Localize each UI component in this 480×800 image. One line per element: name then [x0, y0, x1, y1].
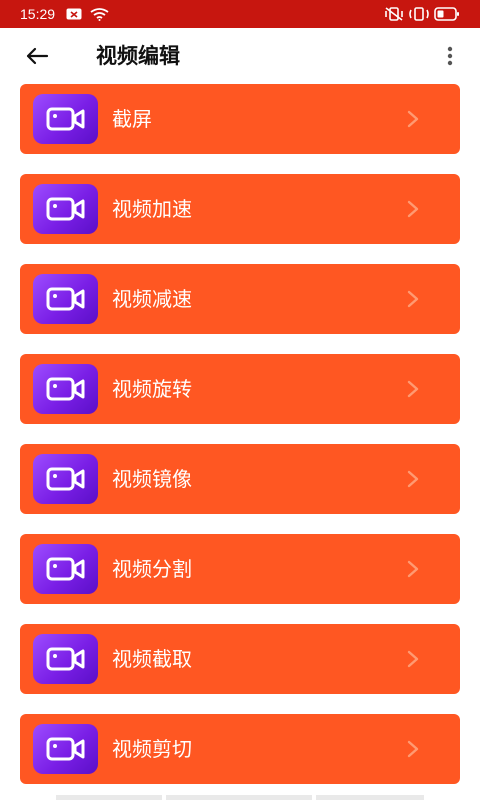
list-item-label: 视频加速: [112, 197, 192, 221]
vibrate-off-icon: [385, 7, 403, 21]
chevron-right-icon: [407, 290, 419, 308]
list-item-slow-down[interactable]: 视频减速: [20, 264, 460, 334]
more-options-button[interactable]: [438, 42, 462, 70]
list-item-split[interactable]: 视频分割: [20, 534, 460, 604]
video-camera-icon: [33, 94, 98, 144]
list-item-mirror[interactable]: 视频镜像: [20, 444, 460, 514]
chevron-right-icon: [407, 560, 419, 578]
wifi-icon: [90, 8, 109, 21]
video-camera-icon: [33, 544, 98, 594]
chevron-right-icon: [407, 740, 419, 758]
list-item-label: 视频剪切: [112, 737, 192, 761]
page-title: 视频编辑: [96, 44, 180, 68]
list-item-label: 视频分割: [112, 557, 192, 581]
list-item-speed-up[interactable]: 视频加速: [20, 174, 460, 244]
video-camera-icon: [33, 454, 98, 504]
app-bar: 视频编辑: [0, 28, 480, 84]
status-time: 15:29: [20, 6, 56, 22]
video-camera-icon: [33, 724, 98, 774]
chevron-right-icon: [407, 470, 419, 488]
bottom-tab-edge: [166, 795, 312, 800]
list-item-trim[interactable]: 视频截取: [20, 624, 460, 694]
chevron-right-icon: [407, 110, 419, 128]
list-item-rotate[interactable]: 视频旋转: [20, 354, 460, 424]
bottom-tab-edge: [56, 795, 162, 800]
list-item-label: 截屏: [112, 107, 152, 131]
list-item-label: 视频减速: [112, 287, 192, 311]
status-bar: 15:29: [0, 0, 480, 28]
list-item-screenshot[interactable]: 截屏: [20, 84, 460, 154]
list-item-label: 视频截取: [112, 647, 192, 671]
list-item-cut[interactable]: 视频剪切: [20, 714, 460, 784]
more-vertical-icon: [447, 46, 453, 66]
vibrate-icon: [409, 7, 429, 21]
battery-icon: [434, 7, 459, 21]
list-item-label: 视频镜像: [112, 467, 192, 491]
chevron-right-icon: [407, 380, 419, 398]
arrow-left-icon: [26, 47, 49, 65]
video-camera-icon: [33, 364, 98, 414]
video-camera-icon: [33, 184, 98, 234]
chevron-right-icon: [407, 650, 419, 668]
video-camera-icon: [33, 274, 98, 324]
list-item-label: 视频旋转: [112, 377, 192, 401]
bottom-tab-edge: [316, 795, 424, 800]
chevron-right-icon: [407, 200, 419, 218]
video-camera-icon: [33, 634, 98, 684]
notification-icon: [66, 8, 82, 20]
back-button[interactable]: [20, 40, 54, 72]
